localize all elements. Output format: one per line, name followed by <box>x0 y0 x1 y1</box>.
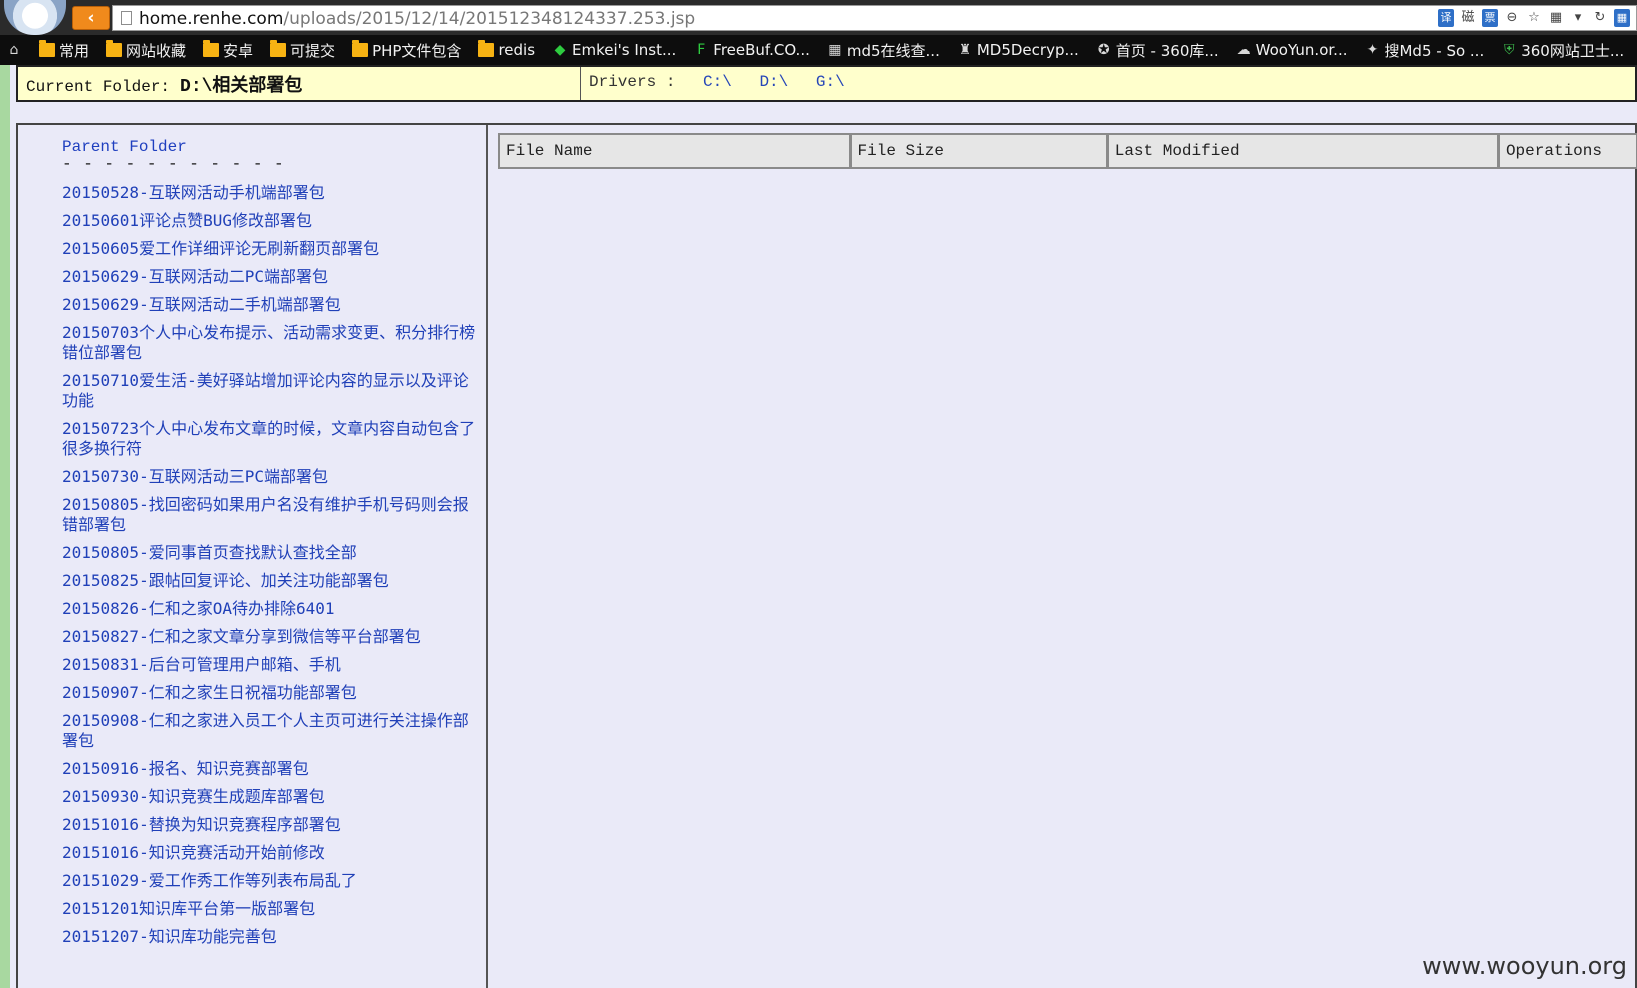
drivers-label: Drivers : <box>589 73 676 91</box>
drive-link-c[interactable]: C:\ <box>703 73 732 91</box>
adblock-icon[interactable]: ⊖ <box>1504 9 1520 27</box>
current-folder-cell: Current Folder: D:\相关部署包 <box>18 67 581 100</box>
folder-icon <box>39 40 55 57</box>
bookmark-item[interactable]: ▦ md5在线查... <box>827 40 940 61</box>
bookmark-item[interactable]: F FreeBuf.CO... <box>693 41 810 59</box>
back-button[interactable]: ‹ <box>72 6 110 30</box>
wooyun-icon: ☁ <box>1236 42 1251 58</box>
folder-link[interactable]: 20150703个人中心发布提示、活动需求变更、积分排行榜错位部署包 <box>62 323 476 363</box>
folder-link[interactable]: 20150605爱工作详细评论无刷新翻页部署包 <box>62 239 476 259</box>
folder-link[interactable]: 20150907-仁和之家生日祝福功能部署包 <box>62 683 476 703</box>
column-file-size[interactable]: File Size <box>849 133 1107 169</box>
folder-icon <box>270 40 287 57</box>
folder-link[interactable]: 20150805-爱同事首页查找默认查找全部 <box>62 543 476 563</box>
folder-icon <box>478 40 495 57</box>
drive-link-g[interactable]: G:\ <box>816 73 845 91</box>
folder-link[interactable]: 20150831-后台可管理用户邮箱、手机 <box>62 655 476 675</box>
star-icon: ✪ <box>1097 42 1110 58</box>
green-shield-icon: ◆ <box>554 42 566 58</box>
bookmark-item[interactable]: 常用 <box>39 40 89 61</box>
folder-link[interactable]: 20151207-知识库功能完善包 <box>62 927 476 947</box>
address-tools: 译 磁 票 ⊖ ☆ ▦ ▾ ↻ ▦ <box>1438 9 1630 27</box>
home-bookmark[interactable]: ⌂ <box>6 43 22 57</box>
file-table-header: File Name File Size Last Modified Operat… <box>498 133 1637 169</box>
bookmark-item[interactable]: ☁ WooYun.or... <box>1236 41 1348 59</box>
folder-link[interactable]: 20150805-找回密码如果用户名没有维护手机号码则会报错部署包 <box>62 495 476 535</box>
magnet-icon[interactable]: 磁 <box>1460 9 1476 27</box>
freebuf-icon: F <box>697 42 706 58</box>
bookmark-item[interactable]: redis <box>478 40 535 59</box>
current-folder-path: D:\相关部署包 <box>180 77 303 97</box>
folder-link[interactable]: 20150916-报名、知识竞赛部署包 <box>62 759 476 779</box>
grid-icon: ▦ <box>828 42 842 58</box>
bookmark-item[interactable]: ✪ 首页 - 360库... <box>1096 40 1219 61</box>
folder-icon <box>352 40 369 57</box>
folder-link[interactable]: 20150825-跟帖回复评论、加关注功能部署包 <box>62 571 476 591</box>
parent-folder-link[interactable]: Parent Folder <box>62 137 476 157</box>
dropdown-chevron-icon[interactable]: ▾ <box>1570 9 1586 27</box>
address-bar[interactable]: home.renhe.com/uploads/2015/12/14/201512… <box>112 5 1637 31</box>
folder-link[interactable]: 20150601评论点赞BUG修改部署包 <box>62 211 476 231</box>
bookmark-item[interactable]: 安卓 <box>203 40 253 61</box>
browser-logo-icon[interactable] <box>4 0 66 35</box>
drive-link-d[interactable]: D:\ <box>759 73 788 91</box>
folder-link[interactable]: 20150827-仁和之家文章分享到微信等平台部署包 <box>62 627 476 647</box>
current-folder-label: Current Folder: <box>26 78 171 96</box>
folder-link[interactable]: 20150930-知识竞赛生成题库部署包 <box>62 787 476 807</box>
folder-list: 20150528-互联网活动手机端部署包 20150601评论点赞BUG修改部署包… <box>62 183 476 947</box>
url-path: /uploads/2015/12/14/201512348124337.253.… <box>283 9 696 29</box>
folder-link[interactable]: 20151016-替换为知识竞赛程序部署包 <box>62 815 476 835</box>
files-panel: File Name File Size Last Modified Operat… <box>490 125 1637 988</box>
bookmark-item[interactable]: ◆ Emkei's Inst... <box>552 41 677 59</box>
page-icon <box>121 11 132 25</box>
favorite-star-icon[interactable]: ☆ <box>1526 9 1542 27</box>
refresh-icon[interactable]: ↻ <box>1592 9 1608 27</box>
bookmark-item[interactable]: PHP文件包含 <box>352 40 461 61</box>
bookmark-item[interactable]: ♜ MD5Decryp... <box>957 41 1079 59</box>
page-content: Current Folder: D:\相关部署包 Drivers : C:\ D:… <box>0 65 1637 988</box>
bookmark-item[interactable]: 网站收藏 <box>106 40 186 61</box>
bookmark-item[interactable]: 可提交 <box>270 40 335 61</box>
url-host: home.renhe.com <box>139 9 284 29</box>
bookmark-item[interactable]: ⛨ 360网站卫士... <box>1501 40 1624 61</box>
search-engine-icon[interactable]: ▦ <box>1614 9 1630 27</box>
folder-link[interactable]: 20151029-爱工作秀工作等列表布局乱了 <box>62 871 476 891</box>
folder-link[interactable]: 20150629-互联网活动二PC端部署包 <box>62 267 476 287</box>
drivers-cell: Drivers : C:\ D:\ G:\ <box>581 67 845 100</box>
page-margin <box>0 65 10 988</box>
shield-icon: ⛨ <box>1503 42 1515 58</box>
bookmarks-bar: ⌂ 常用 网站收藏 安卓 可提交 PHP文件包含 redis ◆ Emkei's … <box>0 35 1637 65</box>
column-operations[interactable]: Operations <box>1497 133 1637 169</box>
home-icon: ⌂ <box>9 42 19 58</box>
folder-link[interactable]: 20150908-仁和之家进入员工个人主页可进行关注操作部署包 <box>62 711 476 751</box>
watermark: www.wooyun.org <box>1422 952 1627 980</box>
info-bar: Current Folder: D:\相关部署包 Drivers : C:\ D:… <box>16 65 1637 102</box>
file-browser-table: Parent Folder - - - - - - - - - - - 2015… <box>16 123 1637 988</box>
qr-code-icon[interactable]: ▦ <box>1548 9 1564 27</box>
folder-list-panel: Parent Folder - - - - - - - - - - - 2015… <box>18 125 488 988</box>
folder-link[interactable]: 20150723个人中心发布文章的时候，文章内容自动包含了很多换行符 <box>62 419 476 459</box>
folder-link[interactable]: 20150730-互联网活动三PC端部署包 <box>62 467 476 487</box>
md5decrypt-icon: ♜ <box>958 42 972 58</box>
folder-link[interactable]: 20150528-互联网活动手机端部署包 <box>62 183 476 203</box>
divider: - - - - - - - - - - - <box>62 155 285 173</box>
folder-icon <box>203 40 220 57</box>
folder-link[interactable]: 20151016-知识竞赛活动开始前修改 <box>62 843 476 863</box>
folder-link[interactable]: 20150629-互联网活动二手机端部署包 <box>62 295 476 315</box>
folder-link[interactable]: 20150710爱生活-美好驿站增加评论内容的显示以及评论功能 <box>62 371 476 411</box>
url-text[interactable]: home.renhe.com/uploads/2015/12/14/201512… <box>139 9 695 29</box>
column-last-modified[interactable]: Last Modified <box>1106 133 1498 169</box>
translate-icon[interactable]: 译 <box>1438 9 1454 27</box>
bookmark-item[interactable]: ✦ 搜Md5 - So ... <box>1364 40 1485 61</box>
folder-link[interactable]: 20151201知识库平台第一版部署包 <box>62 899 476 919</box>
folder-link[interactable]: 20150826-仁和之家OA待办排除6401 <box>62 599 476 619</box>
column-file-name[interactable]: File Name <box>498 133 850 169</box>
folder-icon <box>106 40 123 57</box>
browser-toolbar: ‹ home.renhe.com/uploads/2015/12/14/2015… <box>0 0 1637 35</box>
md5-icon: ✦ <box>1366 42 1379 58</box>
ticket-icon[interactable]: 票 <box>1482 9 1498 27</box>
